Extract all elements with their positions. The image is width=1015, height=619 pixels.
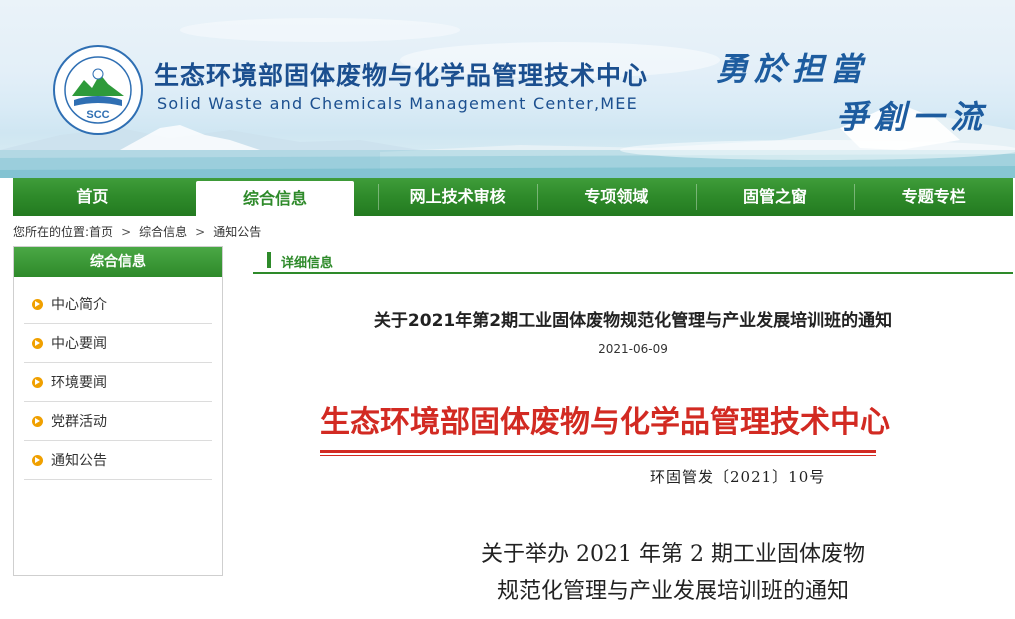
sidebar-item-label: 中心要闻 bbox=[51, 336, 107, 352]
section-label: 详细信息 bbox=[281, 256, 334, 271]
breadcrumb-separator: > bbox=[121, 225, 132, 239]
site-title-en: Solid Waste and Chemicals Management Cen… bbox=[157, 94, 638, 113]
slogan-line-1: 勇於担當 bbox=[716, 50, 869, 88]
arrow-bullet-icon bbox=[32, 376, 43, 388]
nav-item-management-window[interactable]: 固管之窗 bbox=[695, 178, 855, 216]
nav-item-special-fields[interactable]: 专项领域 bbox=[537, 178, 696, 216]
scc-logo: SCC bbox=[53, 45, 143, 135]
main-nav: 首页 综合信息 网上技术审核 专项领域 固管之窗 专题专栏 bbox=[13, 178, 1013, 216]
nav-item-home[interactable]: 首页 bbox=[13, 178, 172, 216]
document-red-header: 生态环境部固体废物与化学品管理技术中心 bbox=[320, 405, 890, 440]
arrow-bullet-icon bbox=[32, 298, 43, 310]
site-title-cn: 生态环境部固体废物与化学品管理技术中心 bbox=[154, 61, 649, 90]
sidebar-item-environment-news[interactable]: 环境要闻 bbox=[24, 363, 212, 402]
sidebar-item-about[interactable]: 中心简介 bbox=[24, 285, 212, 324]
article-title: 关于2021年第2期工业固体废物规范化管理与产业发展培训班的通知 bbox=[373, 311, 893, 331]
breadcrumb-prefix: 您所在的位置: bbox=[13, 225, 90, 239]
section-marker bbox=[267, 252, 271, 268]
sidebar-item-center-news[interactable]: 中心要闻 bbox=[24, 324, 212, 363]
sidebar-title: 综合信息 bbox=[14, 247, 222, 277]
document-red-rule-thin bbox=[320, 455, 876, 456]
sidebar-item-label: 环境要闻 bbox=[51, 375, 107, 391]
sidebar-item-label: 党群活动 bbox=[51, 414, 107, 430]
arrow-bullet-icon bbox=[32, 454, 43, 466]
slogan-line-2: 爭創一流 bbox=[836, 98, 989, 136]
breadcrumb: 您所在的位置:首页 > 综合信息 > 通知公告 bbox=[13, 223, 261, 240]
site-banner: SCC 生态环境部固体废物与化学品管理技术中心 Solid Waste and … bbox=[0, 0, 1015, 178]
arrow-bullet-icon bbox=[32, 337, 43, 349]
breadcrumb-general-info[interactable]: 综合信息 bbox=[139, 225, 187, 239]
document-title-line-1: 关于举办 2021 年第 2 期工业固体废物 bbox=[481, 542, 865, 567]
svg-text:SCC: SCC bbox=[86, 109, 109, 121]
nav-item-special-topics[interactable]: 专题专栏 bbox=[854, 178, 1013, 216]
document-red-rule bbox=[320, 450, 876, 453]
detail-section-header: 详细信息 bbox=[253, 248, 1013, 274]
nav-item-online-review[interactable]: 网上技术审核 bbox=[378, 178, 537, 216]
breadcrumb-separator: > bbox=[195, 225, 206, 239]
sidebar-list: 中心简介 中心要闻 环境要闻 党群活动 通知公告 bbox=[14, 285, 222, 480]
article-date: 2021-06-09 bbox=[598, 342, 668, 356]
arrow-bullet-icon bbox=[32, 415, 43, 427]
document-title-line-2: 规范化管理与产业发展培训班的通知 bbox=[496, 579, 849, 604]
nav-item-general-info[interactable]: 综合信息 bbox=[195, 181, 355, 216]
sidebar-item-party-activities[interactable]: 党群活动 bbox=[24, 402, 212, 441]
sidebar: 综合信息 中心简介 中心要闻 环境要闻 党群活动 通知公告 bbox=[13, 246, 223, 576]
sidebar-item-notices[interactable]: 通知公告 bbox=[24, 441, 212, 480]
breadcrumb-home[interactable]: 首页 bbox=[89, 225, 113, 239]
sidebar-item-label: 中心简介 bbox=[51, 297, 107, 313]
sidebar-item-label: 通知公告 bbox=[51, 453, 107, 469]
breadcrumb-notices[interactable]: 通知公告 bbox=[213, 225, 261, 239]
document-number: 环固管发〔2021〕10号 bbox=[650, 468, 826, 486]
